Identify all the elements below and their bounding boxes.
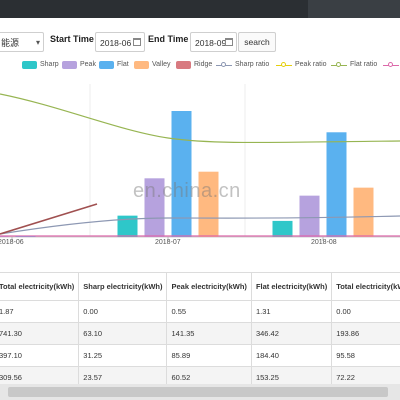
- table-cell: 0.00: [331, 300, 400, 323]
- table-cell: 346.42: [250, 322, 333, 345]
- electricity-table: Total electricity(kWh) Sharp electricity…: [0, 272, 400, 389]
- legend-label: Sharp: [40, 61, 59, 68]
- x-tick-label: 2018-06: [0, 239, 24, 246]
- watermark: en.china.cn: [133, 180, 241, 202]
- bar-sharp-2018-08: [272, 220, 293, 237]
- table-row: 1.87 0.00 0.55 1.31 0.00: [0, 300, 400, 323]
- table-row: 397.10 31.25 85.89 184.40 95.58: [0, 344, 400, 367]
- start-time-input[interactable]: 2018-06: [95, 32, 145, 52]
- legend-marker: [281, 62, 286, 67]
- bar-valley-2018-08: [353, 187, 374, 237]
- legend-label: Ridge: [194, 61, 213, 68]
- legend-swatch: [99, 61, 114, 69]
- legend-valley[interactable]: Valley: [134, 58, 171, 72]
- table-cell: 741.30: [0, 322, 80, 345]
- bar-flat-2018-08: [326, 132, 347, 237]
- legend-marker: [336, 62, 341, 67]
- table-cell: 141.35: [166, 322, 252, 345]
- top-bar-right-panel: [308, 0, 400, 18]
- table-cell: 0.55: [166, 300, 252, 323]
- table-cell: 95.58: [331, 344, 400, 367]
- legend-sharp-ratio[interactable]: Sharp ratio: [216, 58, 269, 72]
- legend-swatch: [22, 61, 37, 69]
- start-time-value: 2018-06: [100, 38, 132, 48]
- legend-peak[interactable]: Peak: [62, 58, 96, 72]
- legend-label: Peak: [80, 61, 96, 68]
- chart-plot: [0, 84, 400, 241]
- electricity-chart: [0, 76, 400, 252]
- table-cell: 193.86: [331, 322, 400, 345]
- chart-legend: Sharp Peak Flat Valley Ridge Sharp ratio…: [0, 58, 400, 72]
- legend-label: Flat ratio: [350, 61, 378, 68]
- legend-marker: [388, 62, 393, 67]
- legend-ridge[interactable]: Ridge: [176, 58, 212, 72]
- legend-label: Peak ratio: [295, 61, 327, 68]
- search-button[interactable]: search: [238, 32, 276, 52]
- legend-label: Valley: [152, 61, 171, 68]
- legend-ridge-ratio[interactable]: [383, 58, 400, 72]
- legend-sharp[interactable]: Sharp: [22, 58, 59, 72]
- legend-swatch: [176, 61, 191, 69]
- horizontal-scrollbar[interactable]: [0, 384, 400, 400]
- table-cell: 1.87: [0, 300, 80, 323]
- column-header: Flat electricity(kWh): [250, 272, 333, 301]
- x-tick-label: 2018-08: [311, 239, 337, 246]
- start-time-label: Start Time: [50, 34, 94, 44]
- table-cell: 397.10: [0, 344, 80, 367]
- table-cell: 63.10: [78, 322, 168, 345]
- table-cell: 1.31: [250, 300, 333, 323]
- column-header: Peak electricity(kWh): [166, 272, 252, 301]
- legend-swatch: [134, 61, 149, 69]
- table-cell: 0.00: [78, 300, 168, 323]
- column-header: Total electricity(kWh): [0, 272, 80, 301]
- legend-flat-ratio[interactable]: Flat ratio: [331, 58, 377, 72]
- end-time-label: End Time: [148, 34, 189, 44]
- table-cell: 85.89: [166, 344, 252, 367]
- legend-peak-ratio[interactable]: Peak ratio: [276, 58, 327, 72]
- sort-select-value: 能源: [1, 38, 20, 48]
- column-header: Sharp electricity(kWh): [78, 272, 168, 301]
- end-time-input[interactable]: 2018-09: [190, 32, 237, 52]
- scrollbar-thumb[interactable]: [8, 387, 388, 397]
- sort-select[interactable]: 能源 ▾: [0, 32, 44, 52]
- end-time-value: 2018-09: [195, 38, 227, 48]
- table-row: 741.30 63.10 141.35 346.42 193.86: [0, 322, 400, 345]
- table-cell: 184.40: [250, 344, 333, 367]
- calendar-icon: [225, 38, 233, 46]
- legend-flat[interactable]: Flat: [99, 58, 129, 72]
- table-cell: 31.25: [78, 344, 168, 367]
- filter-toolbar: 能源 ▾ Start Time 2018-06 End Time 2018-09…: [0, 24, 400, 54]
- bar-peak-2018-08: [299, 195, 320, 237]
- calendar-icon: [133, 38, 141, 46]
- x-tick-label: 2018-07: [155, 239, 181, 246]
- legend-label: Flat: [117, 61, 129, 68]
- legend-swatch: [62, 61, 77, 69]
- table-header-row: Total electricity(kWh) Sharp electricity…: [0, 272, 400, 301]
- chevron-down-icon: ▾: [35, 38, 40, 47]
- top-bar: [0, 0, 400, 18]
- legend-label: Sharp ratio: [235, 61, 270, 68]
- ridge-bar-line: [0, 203, 98, 235]
- column-header: Total electricity(kWh): [331, 272, 400, 301]
- legend-marker: [221, 62, 226, 67]
